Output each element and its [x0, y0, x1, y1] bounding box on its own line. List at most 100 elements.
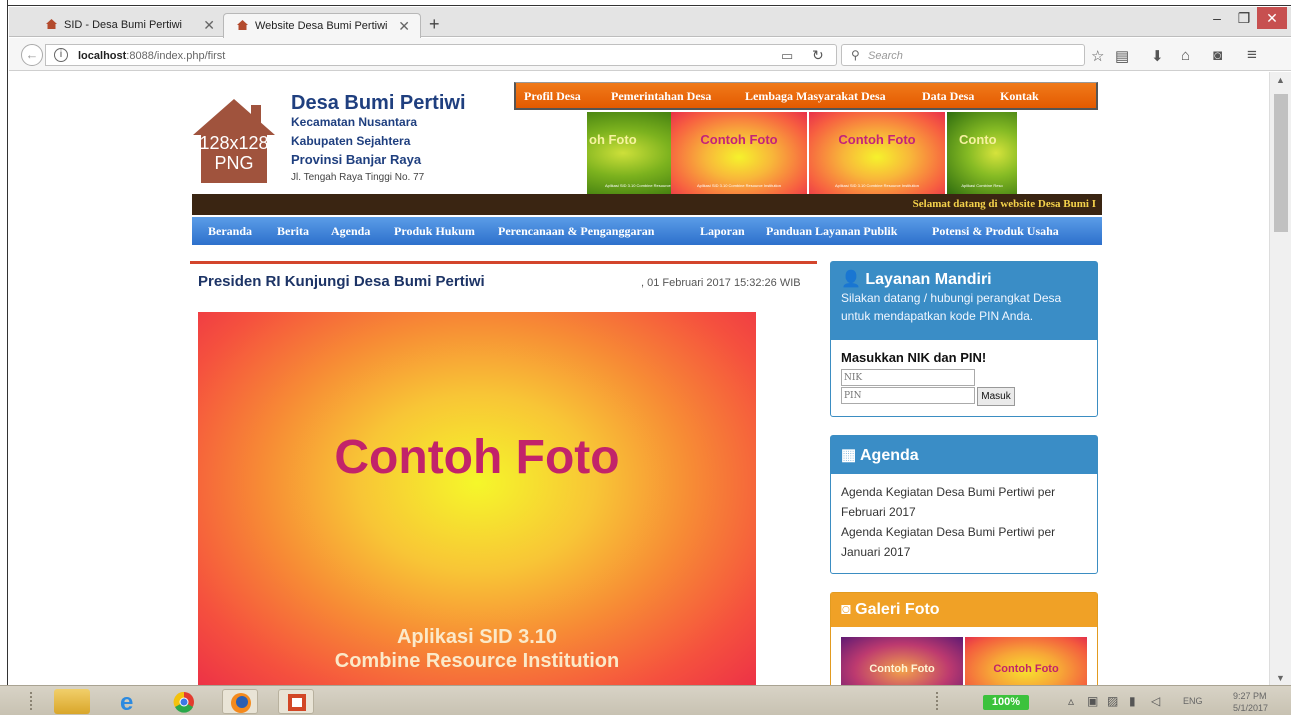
widget-title: 👤 Layanan Mandiri	[841, 269, 1087, 289]
maximize-icon[interactable]: ❐	[1230, 7, 1258, 29]
screen: SID - Desa Bumi Pertiwi ✕ Website Desa B…	[0, 0, 1291, 715]
taskbar-grip	[30, 692, 34, 710]
show-hidden-icons-icon[interactable]: ▵	[1068, 694, 1074, 708]
widget-title: ◙ Galeri Foto	[841, 601, 1087, 619]
volume-icon[interactable]: ◁	[1151, 694, 1160, 708]
top-menu-pemerintahan[interactable]: Pemerintahan Desa	[611, 89, 711, 104]
marquee-bar: Selamat datang di website Desa Bumi I	[192, 194, 1102, 215]
slider-image[interactable]: Contoh Foto Aplikasi SID 3.10 Combine Re…	[671, 112, 807, 194]
top-menu: Profil Desa Pemerintahan Desa Lembaga Ma…	[514, 82, 1098, 110]
slider-image[interactable]: Conto Aplikasi Combine Reso	[947, 112, 1017, 194]
reading-list-icon[interactable]: ▤	[1115, 47, 1129, 65]
menu-panduan[interactable]: Panduan Layanan Publik	[766, 224, 897, 239]
slide-footer: Aplikasi SID 3.10 Combine Resource Insti…	[834, 183, 920, 188]
chrome-icon[interactable]	[166, 689, 202, 714]
tab-sid[interactable]: SID - Desa Bumi Pertiwi ✕	[33, 13, 225, 38]
battery-indicator[interactable]: 100%	[983, 695, 1029, 710]
scroll-up-icon[interactable]: ▲	[1276, 75, 1285, 85]
powerpoint-icon[interactable]	[278, 689, 314, 714]
clock-date[interactable]: 5/1/2017	[1233, 703, 1268, 713]
network-icon[interactable]: ▮	[1129, 694, 1136, 708]
windows-taskbar: e 100% ▵ ▣ ▨ ▮ ◁ ENG 9:27 PM 5/1/2017	[0, 685, 1291, 715]
search-placeholder: Search	[868, 50, 903, 62]
slide-label: Contoh Foto	[700, 132, 778, 147]
home-icon[interactable]: ⌂	[1181, 47, 1190, 64]
search-icon: ⚲	[851, 48, 860, 62]
menu-agenda[interactable]: Agenda	[331, 224, 370, 239]
camera-icon: ◙	[841, 601, 851, 618]
slide-footer: Aplikasi Combine Reso	[961, 183, 1003, 188]
internet-explorer-icon[interactable]: e	[110, 689, 146, 715]
kabupaten-text: Kabupaten Sejahtera	[291, 134, 411, 148]
tab-title: SID - Desa Bumi Pertiwi	[64, 19, 182, 31]
image-subtitle: Aplikasi SID 3.10	[396, 626, 558, 648]
menu-produk-hukum[interactable]: Produk Hukum	[394, 224, 475, 239]
address-text: Jl. Tengah Raya Tinggi No. 77	[291, 172, 425, 183]
site-title[interactable]: Desa Bumi Pertiwi	[291, 92, 466, 115]
agenda-title: Agenda	[859, 447, 919, 464]
web-page: 128x128 PNG Desa Bumi Pertiwi Kecamatan …	[9, 72, 1269, 685]
info-icon[interactable]: i	[54, 48, 68, 62]
top-menu-profil[interactable]: Profil Desa	[524, 89, 581, 104]
menu-laporan[interactable]: Laporan	[700, 224, 745, 239]
taskbar-grip	[936, 692, 940, 710]
tab-website[interactable]: Website Desa Bumi Pertiwi ✕	[223, 13, 421, 38]
marquee-text: Selamat datang di website Desa Bumi I	[912, 198, 1096, 210]
reader-view-icon[interactable]: ▭	[781, 48, 793, 64]
logo-text-line2: PNG	[214, 153, 254, 173]
tab-bar: SID - Desa Bumi Pertiwi ✕ Website Desa B…	[9, 7, 1291, 38]
bookmark-star-icon[interactable]: ☆	[1091, 47, 1104, 65]
agenda-link[interactable]: Agenda Kegiatan Desa Bumi Pertiwi per Fe…	[831, 482, 1097, 522]
close-tab-icon[interactable]: ✕	[398, 18, 410, 35]
pocket-icon[interactable]: ◙	[1213, 47, 1222, 64]
file-explorer-icon[interactable]	[54, 689, 90, 714]
masuk-button[interactable]: Masuk	[977, 387, 1015, 406]
login-label: Masukkan NIK dan PIN!	[841, 350, 987, 365]
top-menu-kontak[interactable]: Kontak	[1000, 89, 1039, 104]
slide-footer: Aplikasi SID 3.10 Combine Resource Insti…	[696, 183, 782, 188]
provinsi-text: Provinsi Banjar Raya	[291, 152, 422, 167]
agenda-link[interactable]: Agenda Kegiatan Desa Bumi Pertiwi per Ja…	[831, 522, 1097, 562]
nik-input[interactable]	[841, 369, 975, 386]
top-menu-lembaga[interactable]: Lembaga Masyarakat Desa	[745, 89, 886, 104]
minimize-icon[interactable]: –	[1203, 7, 1231, 29]
frame-top-edge	[0, 0, 1291, 6]
download-icon[interactable]: ⬇	[1151, 47, 1164, 65]
logo-text-line1: 128x128	[199, 133, 269, 153]
article-image[interactable]: Contoh Foto Aplikasi SID 3.10 Combine Re…	[198, 312, 756, 685]
gallery-thumbnail[interactable]: Contoh Foto	[841, 637, 963, 685]
url-host: localhost	[78, 50, 127, 62]
page-scrollbar[interactable]: ▲ ▼	[1269, 72, 1291, 685]
close-tab-icon[interactable]: ✕	[203, 17, 215, 34]
menu-potensi[interactable]: Potensi & Produk Usaha	[932, 224, 1059, 239]
menu-perencanaan[interactable]: Perencanaan & Penganggaran	[498, 224, 654, 239]
tray-app-icon[interactable]: ▣	[1087, 694, 1098, 708]
gallery-thumbnail[interactable]: Contoh Foto	[965, 637, 1087, 685]
article-title[interactable]: Presiden RI Kunjungi Desa Bumi Pertiwi	[198, 273, 485, 290]
slider-image[interactable]: Contoh Foto Aplikasi SID 3.10 Combine Re…	[809, 112, 945, 194]
reload-icon[interactable]: ↻	[812, 47, 824, 64]
scroll-down-icon[interactable]: ▼	[1276, 673, 1285, 683]
top-menu-data[interactable]: Data Desa	[922, 89, 974, 104]
pin-input[interactable]	[841, 387, 975, 404]
close-window-icon[interactable]: ✕	[1257, 7, 1287, 29]
scroll-thumb[interactable]	[1274, 94, 1288, 232]
firefox-icon[interactable]	[222, 689, 258, 714]
language-indicator[interactable]: ENG	[1183, 696, 1203, 706]
search-input[interactable]: ⚲ Search	[841, 44, 1085, 66]
frame-left-edge	[0, 0, 8, 690]
image-subtitle-2: Combine Resource Institution	[334, 650, 620, 672]
kecamatan-text: Kecamatan Nusantara	[291, 115, 418, 129]
slide-label: Conto	[959, 132, 997, 147]
url-bar[interactable]: i localhost:8088/index.php/first ▭ ↻	[45, 44, 837, 66]
site-logo[interactable]: 128x128 PNG	[189, 97, 279, 185]
menu-icon[interactable]: ≡	[1247, 45, 1257, 65]
tray-app-icon[interactable]: ▨	[1107, 694, 1118, 708]
widget-header: 👤 Layanan Mandiri Silakan datang / hubun…	[831, 262, 1097, 340]
back-arrow-icon[interactable]: ←	[21, 44, 43, 66]
menu-berita[interactable]: Berita	[277, 224, 309, 239]
agenda-widget: ▦ Agenda Agenda Kegiatan Desa Bumi Perti…	[830, 435, 1098, 574]
menu-beranda[interactable]: Beranda	[208, 224, 252, 239]
new-tab-icon[interactable]: +	[429, 14, 440, 35]
clock-time[interactable]: 9:27 PM	[1233, 691, 1267, 701]
